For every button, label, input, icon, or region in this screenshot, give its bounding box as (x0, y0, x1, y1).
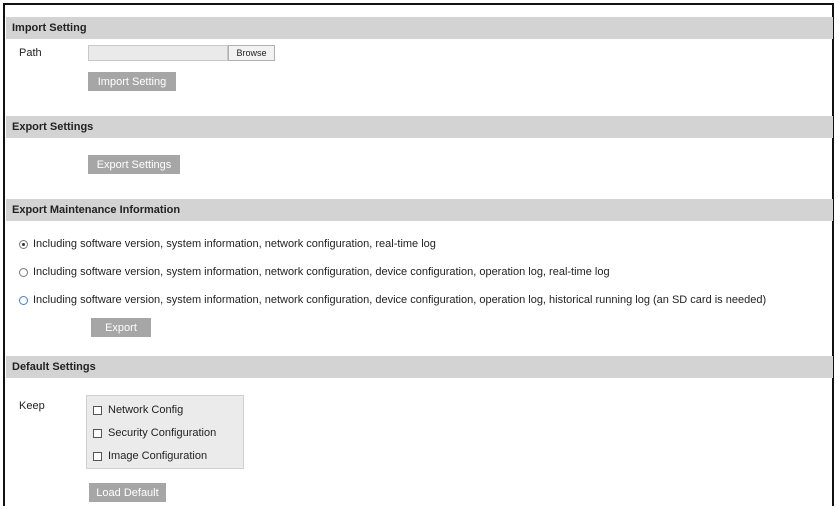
keep-image-configuration[interactable]: Image Configuration (93, 450, 207, 462)
export-button[interactable]: Export (91, 318, 151, 337)
radio-unselected-icon[interactable] (19, 267, 28, 277)
path-label: Path (19, 47, 42, 59)
import-setting-header: Import Setting (6, 17, 833, 39)
export-settings-button[interactable]: Export Settings (88, 155, 180, 174)
maintenance-option-1-label: Including software version, system infor… (33, 238, 436, 250)
keep-label: Keep (19, 400, 45, 412)
maintenance-option-2[interactable]: Including software version, system infor… (19, 266, 610, 278)
import-setting-button[interactable]: Import Setting (88, 72, 176, 91)
keep-options-box: Network Config Security Configuration Im… (86, 395, 244, 469)
radio-selected-icon[interactable] (19, 239, 28, 249)
checkbox-icon[interactable] (93, 405, 102, 415)
radio-unselected-icon[interactable] (19, 295, 28, 305)
browse-button[interactable]: Browse (228, 45, 275, 61)
load-default-button[interactable]: Load Default (89, 483, 166, 502)
path-input[interactable] (88, 45, 228, 61)
maintenance-option-1[interactable]: Including software version, system infor… (19, 238, 436, 250)
export-settings-header: Export Settings (6, 116, 833, 138)
default-settings-header: Default Settings (6, 356, 833, 378)
maintenance-option-3-label: Including software version, system infor… (33, 294, 767, 306)
keep-security-configuration-label: Security Configuration (108, 427, 217, 439)
export-maintenance-header: Export Maintenance Information (6, 199, 833, 221)
keep-network-config-label: Network Config (108, 404, 184, 416)
keep-security-configuration[interactable]: Security Configuration (93, 427, 216, 439)
checkbox-icon[interactable] (93, 428, 102, 438)
checkbox-icon[interactable] (93, 451, 102, 461)
maintenance-option-3[interactable]: Including software version, system infor… (19, 294, 766, 306)
keep-network-config[interactable]: Network Config (93, 404, 183, 416)
maintenance-option-2-label: Including software version, system infor… (33, 266, 610, 278)
keep-image-configuration-label: Image Configuration (108, 450, 208, 462)
